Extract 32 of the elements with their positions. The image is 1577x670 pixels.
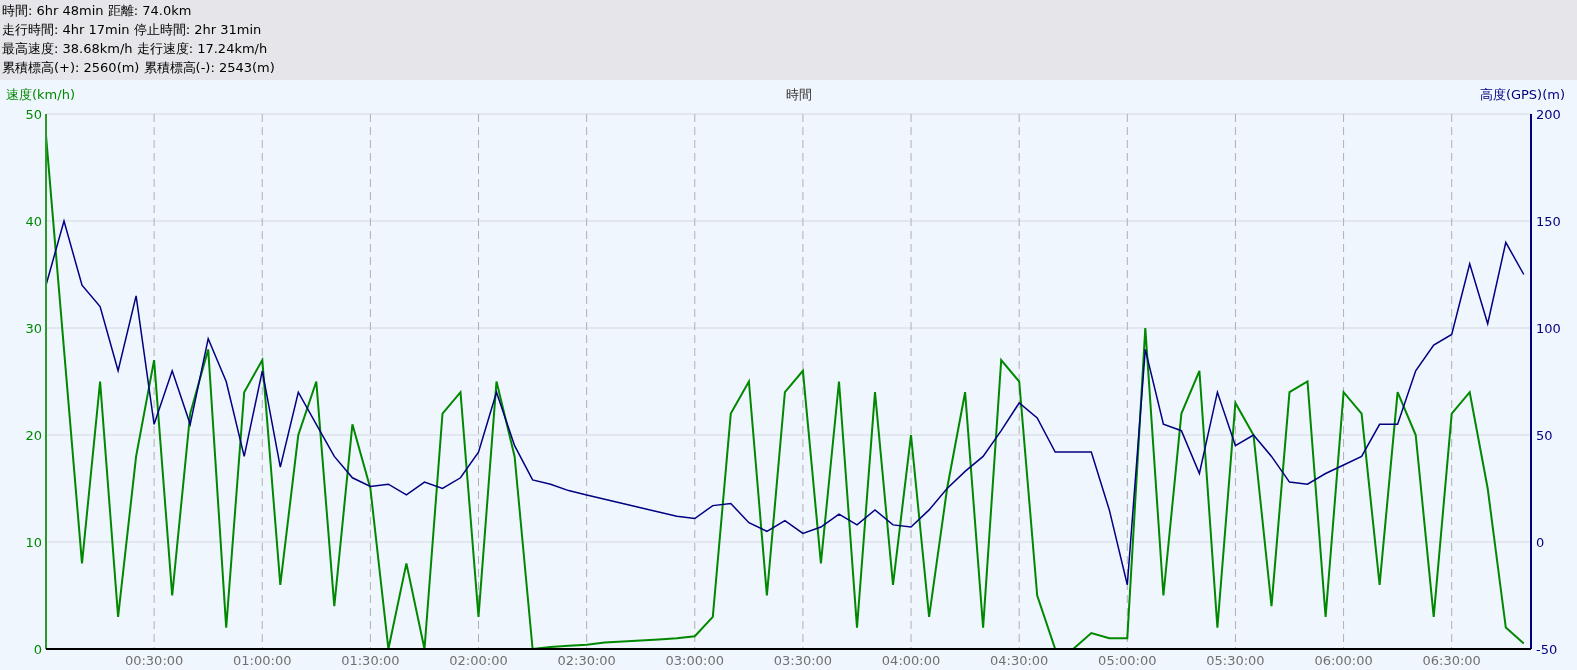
axis-tick-label: 50 bbox=[25, 107, 42, 122]
axis-tick-label: 06:30:00 bbox=[1422, 653, 1481, 668]
axis-tick-label: -50 bbox=[1536, 642, 1558, 657]
summary-line: 走行時間: 4hr 17min 停止時間: 2hr 31min bbox=[2, 21, 263, 39]
axis-tick-label: 30 bbox=[25, 321, 42, 336]
axis-tick-label: 200 bbox=[1536, 107, 1561, 122]
summary-line: 時間: 6hr 48min 距離: 74.0km bbox=[2, 2, 193, 20]
axis-title: 高度(GPS)(m) bbox=[1479, 87, 1565, 102]
axis-tick-label: 04:00:00 bbox=[881, 653, 941, 668]
axis-tick-label: 20 bbox=[25, 428, 42, 443]
summary-line: 累積標高(+): 2560(m) 累積標高(-): 2543(m) bbox=[2, 59, 276, 77]
axis-title: 速度(km/h) bbox=[6, 87, 75, 102]
axis-tick-label: 150 bbox=[1536, 214, 1561, 229]
axis-tick-label: 05:00:00 bbox=[1098, 653, 1157, 668]
axis-tick-label: 0 bbox=[1536, 535, 1545, 550]
axis-tick-label: 01:00:00 bbox=[233, 653, 292, 668]
axis-tick-label: 50 bbox=[1536, 428, 1553, 443]
axis-tick-label: 05:30:00 bbox=[1206, 653, 1265, 668]
axis-tick-label: 0 bbox=[33, 642, 42, 657]
axis-tick-label: 02:30:00 bbox=[557, 653, 616, 668]
summary-line: 最高速度: 38.68km/h 走行速度: 17.24km/h bbox=[2, 40, 269, 58]
axis-tick-label: 10 bbox=[25, 535, 42, 550]
axis-tick-label: 04:30:00 bbox=[990, 653, 1049, 668]
axis-tick-label: 40 bbox=[25, 214, 42, 229]
axis-title: 時間 bbox=[785, 87, 812, 102]
axis-tick-label: 00:30:00 bbox=[124, 653, 184, 668]
axis-tick-label: 02:00:00 bbox=[449, 653, 508, 668]
axis-tick-label: 06:00:00 bbox=[1314, 653, 1373, 668]
axis-tick-label: 03:00:00 bbox=[665, 653, 724, 668]
axis-tick-label: 01:30:00 bbox=[341, 653, 400, 668]
axis-tick-label: 100 bbox=[1536, 321, 1561, 336]
axis-tick-label: 03:30:00 bbox=[773, 653, 833, 668]
